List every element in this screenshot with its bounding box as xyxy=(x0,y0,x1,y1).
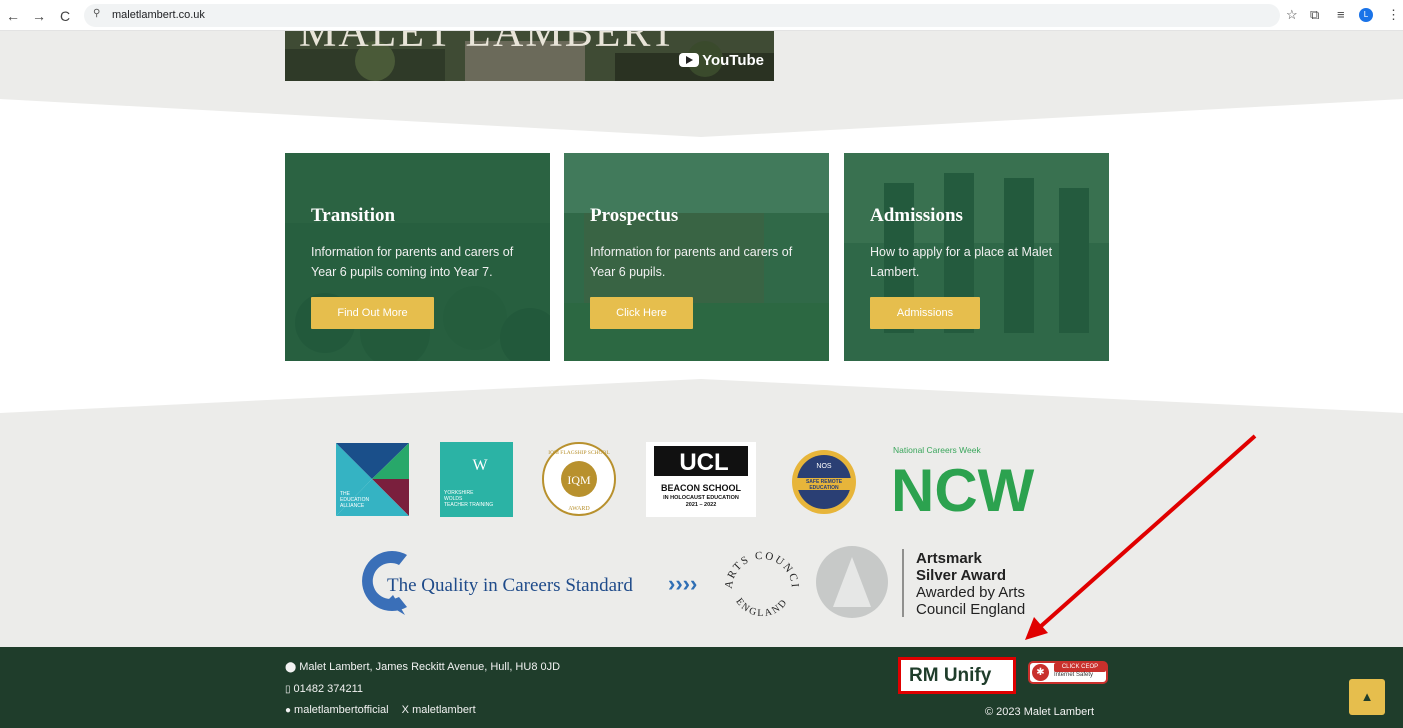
extensions-icon[interactable]: ⧉ xyxy=(1310,7,1319,23)
yorkshire-wolds-text-3: TEACHER TRAINING xyxy=(444,502,493,508)
quality-careers-arrows: ›››› xyxy=(668,571,697,596)
ceop-bottom-text: Internet Safety xyxy=(1054,672,1094,678)
ncw-mark: NCW xyxy=(891,457,1035,514)
youtube-logo[interactable]: YouTube xyxy=(679,51,764,69)
footer-social: ● maletlambertofficial X maletlambert xyxy=(285,704,476,716)
back-icon[interactable]: ← xyxy=(4,7,22,25)
artsmark-line2: Silver Award xyxy=(916,567,1006,584)
youtube-video-thumbnail[interactable]: MALET LAMBERT YouTube xyxy=(285,31,774,81)
map-pin-icon: ⬤ xyxy=(285,662,297,673)
ucl-line1: BEACON SCHOOL xyxy=(661,483,742,493)
ucl-line2: IN HOLOCAUST EDUCATION xyxy=(663,495,739,501)
arts-council-england-logo: ARTS COUNCIL ENGLAND xyxy=(722,545,801,619)
card-title: Transition xyxy=(311,205,396,226)
menu-icon[interactable]: ⋮ xyxy=(1387,7,1400,23)
card-description: How to apply for a place at Malet Lamber… xyxy=(870,245,1053,279)
quality-in-careers-standard-logo: The Quality in Careers Standard ›››› xyxy=(362,551,697,615)
iqm-award-logo: IQM IQM FLAGSHIP SCHOOL AWARD xyxy=(542,442,616,516)
arts-council-bottom: ENGLAND xyxy=(733,596,788,619)
chevron-up-icon: ▲ xyxy=(1360,689,1374,704)
footer-address: ⬤ Malet Lambert, James Reckitt Avenue, Hu… xyxy=(285,661,560,673)
profile-avatar[interactable]: L xyxy=(1359,8,1373,22)
svg-text:W: W xyxy=(472,457,488,474)
facebook-link[interactable]: maletlambertofficial xyxy=(294,704,389,716)
card-prospectus: Prospectus Information for parents and c… xyxy=(564,153,829,361)
phone-text[interactable]: 01482 374211 xyxy=(294,683,364,695)
svg-text:ARTS COUNCIL: ARTS COUNCIL xyxy=(722,545,801,590)
address-text: Malet Lambert, James Reckitt Avenue, Hul… xyxy=(299,661,561,673)
bookmark-star-icon[interactable]: ☆ xyxy=(1286,7,1298,23)
ucl-mark: UCL xyxy=(679,449,728,476)
site-footer: ⬤ Malet Lambert, James Reckitt Avenue, Hu… xyxy=(0,647,1403,728)
scroll-to-top-button[interactable]: ▲ xyxy=(1349,679,1385,715)
artsmark-line1: Artsmark xyxy=(916,550,983,567)
x-icon[interactable]: X xyxy=(402,704,409,716)
iqm-center-text: IQM xyxy=(567,473,591,487)
ceop-top-text: CLICK CEOP xyxy=(1054,663,1106,672)
ucl-beacon-school-logo: UCL BEACON SCHOOL IN HOLOCAUST EDUCATION… xyxy=(646,442,756,517)
artsmark-line4: Council England xyxy=(916,601,1025,618)
x-link[interactable]: maletlambert xyxy=(412,704,476,716)
nos-top-text: NOS xyxy=(816,463,832,470)
iqm-top-text: IQM FLAGSHIP SCHOOL xyxy=(548,450,610,456)
url-text[interactable]: maletlambert.co.uk xyxy=(112,9,205,21)
media-icon[interactable]: ≡ xyxy=(1337,7,1345,22)
youtube-play-icon xyxy=(679,53,700,67)
youtube-label: YouTube xyxy=(702,52,764,69)
admissions-button[interactable]: Admissions xyxy=(870,297,980,329)
page-content: MALET LAMBERT YouTube Transition Informa… xyxy=(0,31,1403,728)
forward-icon[interactable]: → xyxy=(30,7,48,25)
national-careers-week-logo: National Careers Week NCW xyxy=(891,445,1035,514)
ncw-top-text: National Careers Week xyxy=(893,445,981,455)
rm-unify-link[interactable]: RM Unify xyxy=(898,657,1016,694)
ceop-icon: ✱ xyxy=(1032,664,1049,681)
reload-icon[interactable]: C xyxy=(56,7,74,25)
card-description: Information for parents and carers of Ye… xyxy=(590,245,793,279)
address-bar[interactable]: ⚲ maletlambert.co.uk xyxy=(84,4,1280,27)
ucl-line3: 2021 – 2022 xyxy=(686,502,717,508)
nos-safe-remote-education-logo: NOS SAFE REMOTE EDUCATION xyxy=(792,450,856,514)
arts-council-top: ARTS COUNCIL xyxy=(722,545,799,590)
nos-line2: EDUCATION xyxy=(809,485,839,491)
card-transition: Transition Information for parents and c… xyxy=(285,153,550,361)
copyright-text: © 2023 Malet Lambert xyxy=(985,706,1094,718)
click-here-button[interactable]: Click Here xyxy=(590,297,693,329)
artsmark-line3: Awarded by Arts xyxy=(916,584,1025,601)
footer-phone[interactable]: ▯ 01482 374211 xyxy=(285,683,363,695)
phone-icon: ▯ xyxy=(285,684,291,695)
card-title: Prospectus xyxy=(590,205,679,226)
iqm-bottom-text: AWARD xyxy=(568,506,590,512)
click-ceop-button[interactable]: ✱ CLICK CEOP Internet Safety xyxy=(1028,661,1108,684)
rm-unify-logo: RM Unify xyxy=(909,665,992,686)
card-description: Information for parents and carers of Ye… xyxy=(311,245,514,279)
site-info-icon[interactable]: ⚲ xyxy=(93,8,100,19)
artsmark-silver-logo: Artsmark Silver Award Awarded by Arts Co… xyxy=(816,546,1025,618)
education-alliance-text-3: ALLIANCE xyxy=(340,503,365,509)
yorkshire-wolds-logo: W YORKSHIRE WOLDS TEACHER TRAINING xyxy=(440,442,513,517)
video-title: MALET LAMBERT xyxy=(299,31,678,56)
browser-toolbar: ← → C ⚲ maletlambert.co.uk ☆ ⧉ ≡ L ⋮ xyxy=(0,0,1403,31)
svg-text:ENGLAND: ENGLAND xyxy=(733,596,790,619)
card-title: Admissions xyxy=(870,205,963,226)
find-out-more-button[interactable]: Find Out More xyxy=(311,297,434,329)
quality-careers-text: The Quality in Careers Standard xyxy=(387,575,633,596)
education-alliance-logo: THE EDUCATION ALLIANCE xyxy=(336,443,409,516)
card-admissions: Admissions How to apply for a place at M… xyxy=(844,153,1109,361)
facebook-icon[interactable]: ● xyxy=(285,705,291,716)
